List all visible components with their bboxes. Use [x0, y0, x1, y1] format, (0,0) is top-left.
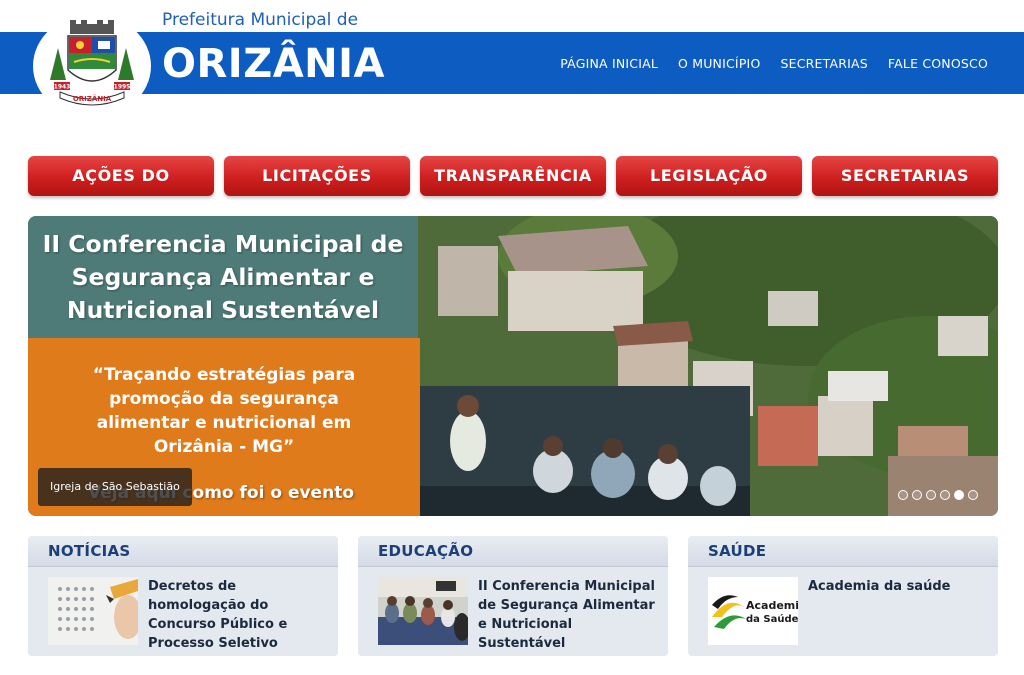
municipal-crest-logo[interactable]: 1943 1995 ORIZÂNIA	[44, 18, 140, 106]
health-item-link[interactable]: Academia da saúde	[808, 577, 988, 596]
health-box: SAÚDE Academia da Saúde Academia da saúd…	[688, 536, 998, 656]
education-item-link[interactable]: II Conferencia Municipal de Segurança Al…	[478, 577, 658, 653]
academia-da-saude-logo[interactable]: Academia da Saúde	[708, 577, 798, 645]
site-title[interactable]: ORIZÂNIA	[162, 41, 385, 87]
featured-slider[interactable]: II Conferencia Municipal de Segurança Al…	[28, 216, 998, 516]
nav-municipality[interactable]: O MUNICÍPIO	[678, 56, 760, 71]
logo-text-line2: da Saúde	[746, 613, 798, 625]
nav-home[interactable]: PÁGINA INICIAL	[560, 56, 658, 71]
meeting-photo-icon[interactable]	[378, 577, 468, 645]
slider-dot[interactable]	[926, 490, 936, 500]
transparency-button[interactable]: TRANSPARÊNCIA	[420, 156, 606, 196]
slide-quote-line: “Traçando estratégias para	[92, 365, 356, 385]
health-heading[interactable]: SAÚDE	[688, 536, 998, 567]
crest-ribbon-text: ORIZÂNIA	[73, 94, 112, 103]
nav-departments[interactable]: SECRETARIAS	[780, 56, 867, 71]
departments-button[interactable]: SECRETARIAS	[812, 156, 998, 196]
nav-contact[interactable]: FALE CONOSCO	[888, 56, 988, 71]
slider-dot[interactable]	[940, 490, 950, 500]
crest-right-year: 1995	[114, 84, 131, 91]
tenders-button[interactable]: LICITAÇÕES	[224, 156, 410, 196]
slide-title-line: II Conferencia Municipal de	[42, 230, 404, 258]
pre-title: Prefeitura Municipal de	[162, 10, 359, 30]
top-navigation: PÁGINA INICIAL O MUNICÍPIO SECRETARIAS F…	[540, 32, 988, 94]
slide-title-line: Segurança Alimentar e	[71, 263, 375, 291]
slide-caption: Igreja de São Sebastião	[38, 468, 192, 506]
slider-dot[interactable]	[898, 490, 908, 500]
slider-dot[interactable]	[912, 490, 922, 500]
slider-pagination	[898, 490, 978, 500]
education-box: EDUCAÇÃO II Conferencia Municipal de Seg…	[358, 536, 668, 656]
slide-quote-line: promoção da segurança	[109, 389, 339, 409]
slide-quote: “Traçando estratégias para promoção da s…	[28, 363, 420, 459]
legislation-button[interactable]: LEGISLAÇÃO	[616, 156, 802, 196]
exam-answer-sheet-icon[interactable]	[48, 577, 138, 645]
slide-title-line: Nutricional Sustentável	[66, 296, 380, 324]
slider-dot[interactable]	[968, 490, 978, 500]
logo-text-line1: Academia	[746, 599, 798, 612]
slider-dot[interactable]	[954, 490, 964, 500]
crest-left-year: 1943	[54, 84, 71, 91]
slide-title: II Conferencia Municipal de Segurança Al…	[28, 228, 418, 327]
news-box: NOTÍCIAS Decretos de homologação do Conc…	[28, 536, 338, 656]
news-heading[interactable]: NOTÍCIAS	[28, 536, 338, 567]
education-heading[interactable]: EDUCAÇÃO	[358, 536, 668, 567]
government-actions-button[interactable]: AÇÕES DO GOVERNO	[28, 156, 214, 225]
slide-quote-line: alimentar e nutricional em	[96, 413, 352, 433]
news-item-link[interactable]: Decretos de homologação do Concurso Públ…	[148, 577, 328, 653]
slide-quote-line: Orizânia - MG”	[153, 437, 295, 457]
